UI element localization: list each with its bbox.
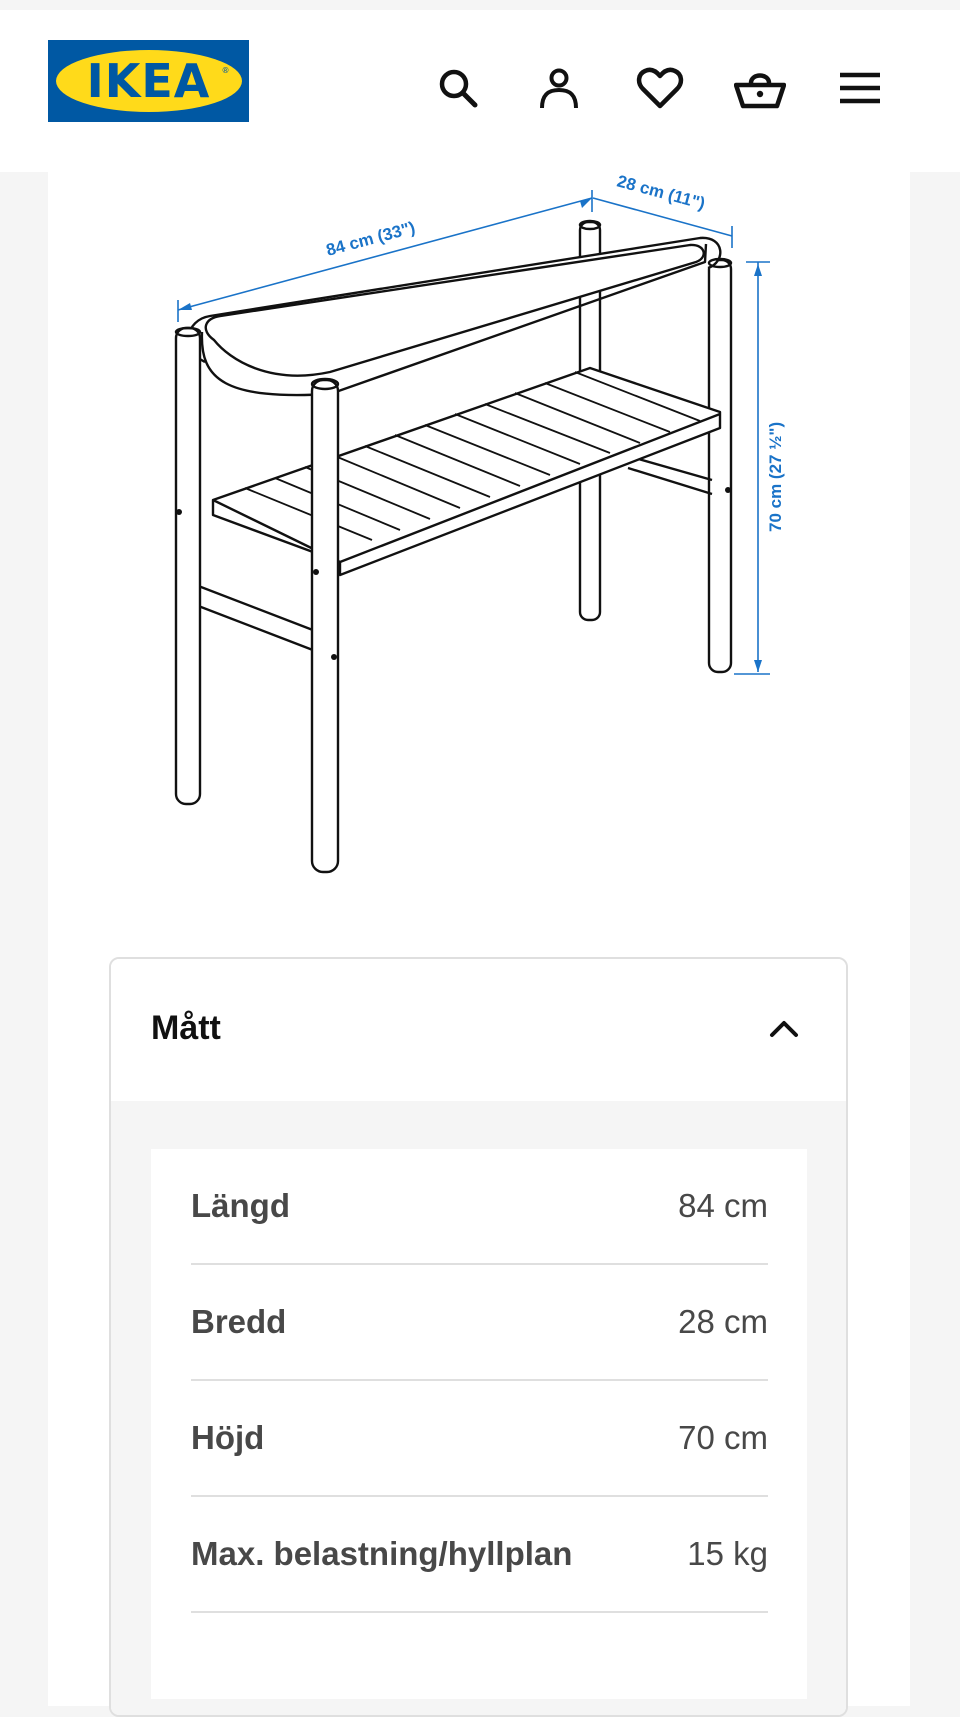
product-dimension-drawing: 84 cm (33") 28 cm (11") 70 cm (27 ½") <box>174 172 785 874</box>
dimension-label: Längd <box>191 1187 290 1224</box>
logo-text: IKEA <box>86 54 211 108</box>
dimensions-table: Längd 84 cm Bredd 28 cm Höjd 70 cm Max. … <box>151 1149 807 1699</box>
accordion-body: Längd 84 cm Bredd 28 cm Höjd 70 cm Max. … <box>111 1101 846 1715</box>
table-row: Bredd 28 cm <box>191 1265 768 1381</box>
basket-button[interactable] <box>732 60 788 116</box>
dimension-label: Max. belastning/hyllplan <box>191 1535 573 1572</box>
table-row: Höjd 70 cm <box>191 1381 768 1497</box>
height-dimension-label: 70 cm (27 ½") <box>766 422 785 532</box>
dimension-value: 70 cm <box>678 1419 768 1456</box>
dimensions-accordion: Mått Längd 84 cm Bredd 28 cm Höjd 70 cm … <box>109 957 848 1717</box>
accordion-header[interactable]: Mått <box>111 959 846 1101</box>
basket-icon <box>734 73 786 109</box>
favourites-button[interactable] <box>632 60 688 116</box>
logo-oval: IKEA ® <box>55 50 242 112</box>
chevron-up-icon[interactable] <box>766 1011 802 1047</box>
dimension-value: 15 kg <box>687 1535 768 1572</box>
ikea-logo[interactable]: IKEA ® <box>48 40 249 122</box>
dimension-value: 28 cm <box>678 1303 768 1340</box>
search-button[interactable] <box>430 60 486 116</box>
status-strip <box>0 0 960 10</box>
dimension-value: 84 cm <box>678 1187 768 1224</box>
table-row: Max. belastning/hyllplan 15 kg <box>191 1497 768 1613</box>
dimension-label: Bredd <box>191 1303 287 1340</box>
dimension-label: Höjd <box>191 1419 265 1456</box>
accordion-title: Mått <box>151 1009 221 1047</box>
length-dimension-label: 84 cm (33") <box>324 218 417 260</box>
site-header: IKEA ® <box>0 10 960 172</box>
account-icon <box>540 68 578 109</box>
menu-button[interactable] <box>832 60 888 116</box>
search-icon <box>439 69 478 108</box>
heart-icon <box>636 67 684 109</box>
logo-registered-mark: ® <box>221 66 230 75</box>
account-button[interactable] <box>531 60 587 116</box>
table-row: Längd 84 cm <box>191 1149 768 1265</box>
menu-icon <box>840 72 880 104</box>
